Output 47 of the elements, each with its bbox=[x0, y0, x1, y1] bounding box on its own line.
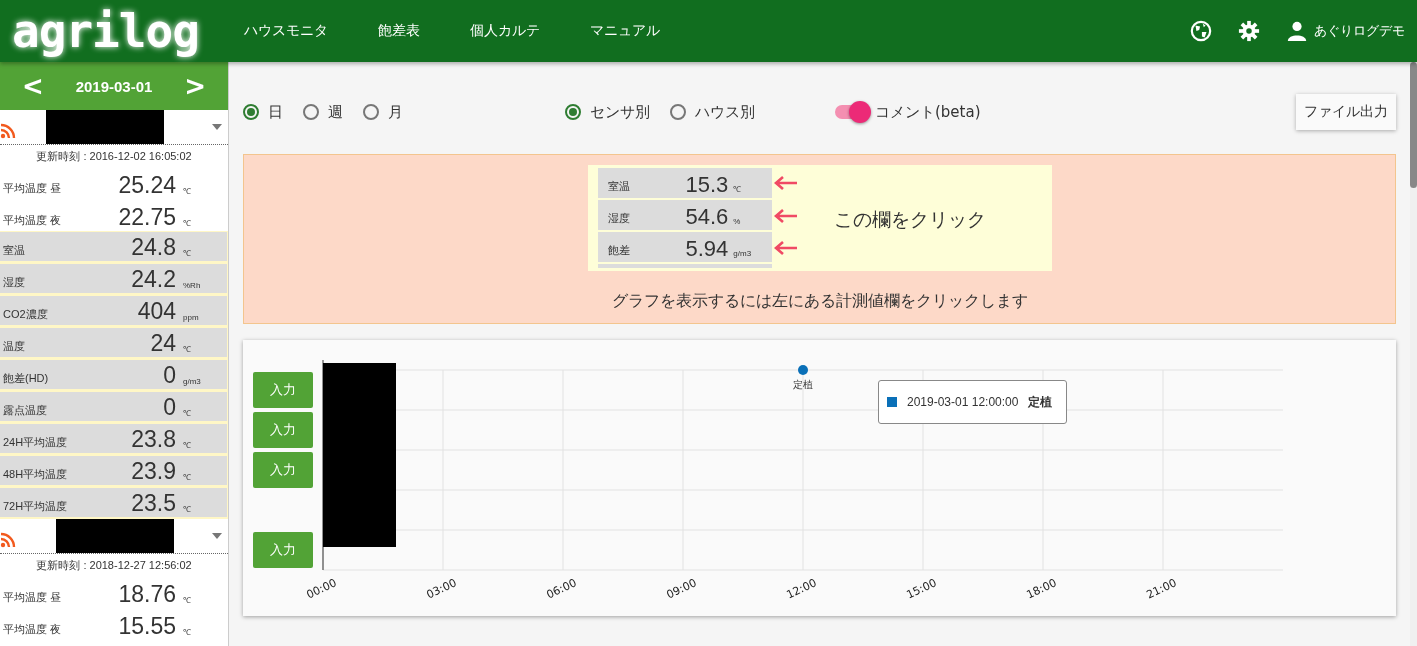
period-radio[interactable]: 日 bbox=[243, 102, 283, 122]
event-point[interactable] bbox=[798, 365, 808, 375]
sensor-reading-row[interactable]: 48H平均温度 23.9 ℃ bbox=[0, 455, 228, 487]
event-label: 定植 bbox=[793, 379, 813, 390]
sensor-reading-row[interactable]: 72H平均温度 23.5 ℃ bbox=[0, 487, 228, 519]
current-date: 2019-03-01 bbox=[75, 77, 153, 95]
sample-reading-row: 飽差 5.94 g/m3 bbox=[597, 232, 772, 264]
hint-text: グラフを表示するには左にある計測値欄をクリックします bbox=[611, 291, 1028, 312]
sensor-reading-row[interactable]: 露点温度 0 ℃ bbox=[0, 391, 228, 423]
nav-link[interactable]: 個人カルテ bbox=[470, 22, 540, 40]
grouping-radio[interactable]: センサ別 bbox=[565, 102, 650, 122]
sensor-reading-row[interactable]: 24H平均温度 23.8 ℃ bbox=[0, 423, 228, 455]
arrow-icon bbox=[773, 209, 798, 223]
grouping-radio[interactable]: ハウス別 bbox=[670, 102, 755, 122]
arrow-icon bbox=[773, 175, 798, 190]
period-radio[interactable]: 週 bbox=[303, 102, 343, 122]
period-radio[interactable]: 月 bbox=[363, 102, 403, 122]
sample-reading-row: 湿度 54.6 % bbox=[597, 200, 772, 232]
nav-link[interactable]: 飽差表 bbox=[378, 22, 420, 40]
comment-toggle[interactable] bbox=[835, 101, 869, 123]
scrollbar[interactable] bbox=[1410, 62, 1417, 646]
nav-link[interactable]: マニュアル bbox=[590, 22, 660, 40]
rss-icon bbox=[0, 532, 16, 548]
user-name[interactable]: あぐりログデモ bbox=[1314, 22, 1405, 40]
update-time: 更新時刻 : 2016-12-02 16:05:02 bbox=[35, 149, 193, 164]
nav-link[interactable]: ハウスモニタ bbox=[244, 22, 328, 40]
callout-text: この欄をクリック bbox=[833, 207, 986, 232]
user-icon[interactable] bbox=[1286, 20, 1308, 42]
globe-icon[interactable] bbox=[1190, 20, 1212, 42]
rss-icon bbox=[0, 123, 16, 139]
tooltip-time: 2019-03-01 12:00:00 bbox=[907, 395, 1019, 409]
update-time: 更新時刻 : 2018-12-27 12:56:02 bbox=[35, 558, 193, 573]
caret-icon[interactable] bbox=[212, 124, 222, 130]
sample-reading-row: 室温 15.3 ℃ bbox=[597, 168, 772, 200]
settings-icon[interactable] bbox=[1238, 20, 1260, 42]
sensor-reading-row[interactable]: 湿度 24.2 %Rh bbox=[0, 263, 228, 295]
sensor-reading-row[interactable]: 飽差(HD) 0 g/m3 bbox=[0, 359, 228, 391]
sensor-reading-row[interactable]: 温度 24 ℃ bbox=[0, 327, 228, 359]
tooltip-label: 定植 bbox=[1028, 393, 1053, 411]
sensor-reading-row[interactable]: CO2濃度 404 ppm bbox=[0, 295, 228, 327]
sensor-reading-row[interactable]: 室温 24.8 ℃ bbox=[0, 231, 228, 263]
caret-icon[interactable] bbox=[212, 533, 222, 539]
legend-square-icon bbox=[887, 397, 897, 407]
file-export-button[interactable]: ファイル出力 bbox=[1296, 94, 1396, 130]
toggle-label: コメント(beta) bbox=[875, 102, 981, 122]
logo[interactable]: agrilog bbox=[0, 4, 228, 58]
arrow-icon bbox=[773, 241, 798, 255]
